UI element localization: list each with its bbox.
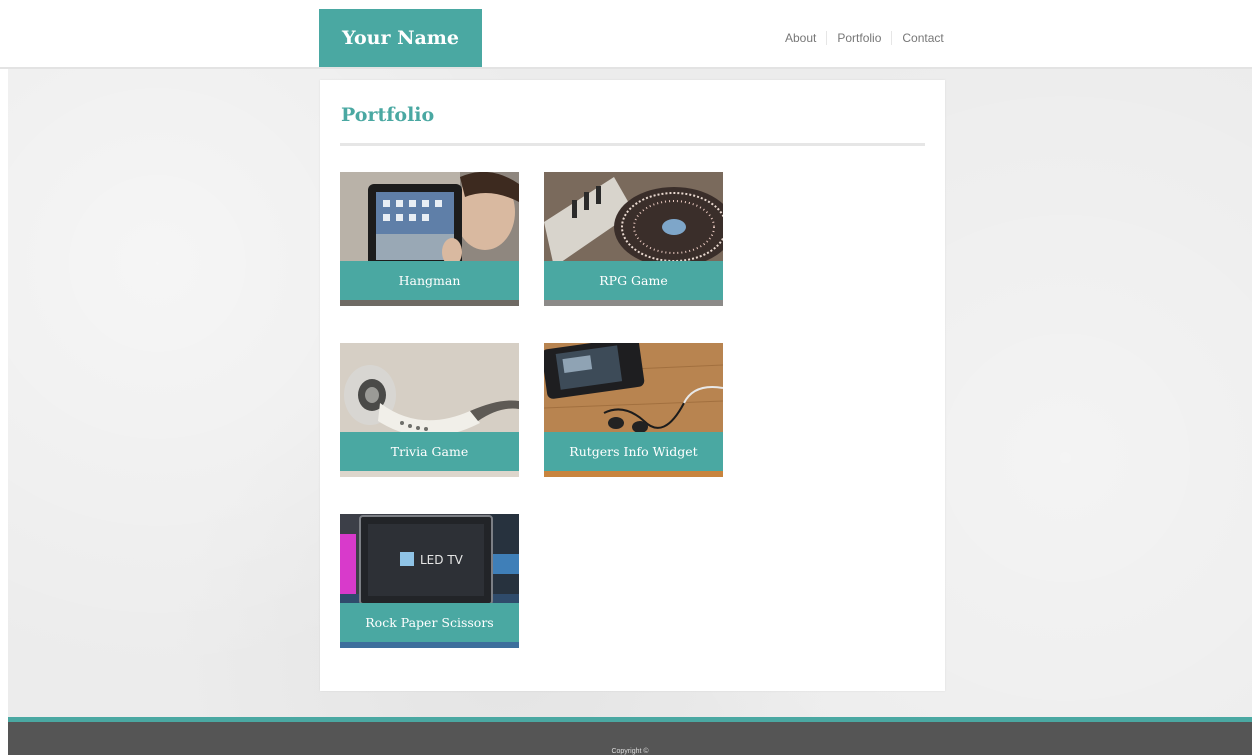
project-tile-rutgers-info-widget[interactable]: Rutgers Info Widget [544, 343, 723, 477]
project-title: RPG Game [544, 261, 723, 300]
nav-link-contact[interactable]: Contact [892, 31, 953, 45]
nav-link-about[interactable]: About [775, 31, 826, 45]
project-title: Hangman [340, 261, 519, 300]
project-title: Rutgers Info Widget [544, 432, 723, 471]
site-logo[interactable]: Your Name [319, 9, 482, 67]
project-title: Trivia Game [340, 432, 519, 471]
nav-link-portfolio[interactable]: Portfolio [827, 31, 891, 45]
page-edge [0, 69, 8, 717]
project-title: Rock Paper Scissors [340, 603, 519, 642]
project-tile-hangman[interactable]: Hangman [340, 172, 519, 306]
site-footer: Copyright © [8, 722, 1252, 755]
project-tile-trivia-game[interactable]: Trivia Game [340, 343, 519, 477]
portfolio-card: Portfolio Hangman RPG Game Trivia Game R… [320, 80, 945, 691]
project-tile-rpg-game[interactable]: RPG Game [544, 172, 723, 306]
photo-strip [340, 300, 519, 306]
project-tile-rock-paper-scissors[interactable]: LED TV Rock Paper Scissors [340, 514, 519, 648]
page-title: Portfolio [341, 104, 435, 126]
main-nav: About Portfolio Contact [775, 30, 954, 46]
photo-strip [544, 471, 723, 477]
copyright-text: Copyright © [611, 748, 649, 755]
title-divider [340, 143, 925, 146]
photo-strip [340, 471, 519, 477]
photo-strip [544, 300, 723, 306]
tv-screen-text: LED TV [420, 553, 464, 567]
photo-strip [340, 642, 519, 648]
site-header: Your Name About Portfolio Contact [0, 0, 1252, 69]
